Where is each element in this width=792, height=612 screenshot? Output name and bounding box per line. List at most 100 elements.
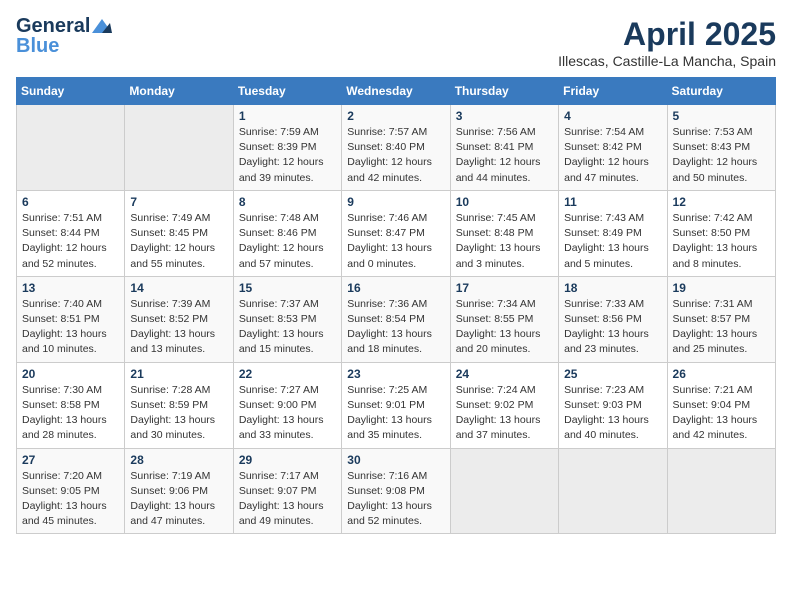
- calendar-cell: 20 Sunrise: 7:30 AM Sunset: 8:58 PM Dayli…: [17, 362, 125, 448]
- day-content: Sunrise: 7:34 AM Sunset: 8:55 PM Dayligh…: [456, 297, 553, 358]
- day-content: Sunrise: 7:25 AM Sunset: 9:01 PM Dayligh…: [347, 383, 444, 444]
- day-content: Sunrise: 7:42 AM Sunset: 8:50 PM Dayligh…: [673, 211, 770, 272]
- day-content: Sunrise: 7:51 AM Sunset: 8:44 PM Dayligh…: [22, 211, 119, 272]
- day-number: 20: [22, 367, 119, 381]
- calendar-header: SundayMondayTuesdayWednesdayThursdayFrid…: [17, 78, 776, 105]
- calendar-cell: [17, 105, 125, 191]
- calendar-cell: 15Sunrise: 7:37 AM Sunset: 8:53 PM Dayli…: [233, 276, 341, 362]
- weekday-header-wednesday: Wednesday: [342, 78, 450, 105]
- day-content: Sunrise: 7:16 AM Sunset: 9:08 PM Dayligh…: [347, 469, 444, 530]
- calendar-body: 1 Sunrise: 7:59 AM Sunset: 8:39 PM Daylig…: [17, 105, 776, 534]
- day-content: Sunrise: 7:17 AM Sunset: 9:07 PM Dayligh…: [239, 469, 336, 530]
- day-content: Sunrise: 7:19 AM Sunset: 9:06 PM Dayligh…: [130, 469, 227, 530]
- day-number: 22: [239, 367, 336, 381]
- weekday-header-saturday: Saturday: [667, 78, 775, 105]
- weekday-header-sunday: Sunday: [17, 78, 125, 105]
- calendar-cell: 25 Sunrise: 7:23 AM Sunset: 9:03 PM Dayli…: [559, 362, 667, 448]
- day-content: Sunrise: 7:28 AM Sunset: 8:59 PM Dayligh…: [130, 383, 227, 444]
- logo-general-text: General: [16, 16, 90, 36]
- day-content: Sunrise: 7:46 AM Sunset: 8:47 PM Dayligh…: [347, 211, 444, 272]
- day-number: 30: [347, 453, 444, 467]
- weekday-header-thursday: Thursday: [450, 78, 558, 105]
- day-number: 10: [456, 195, 553, 209]
- weekday-row: SundayMondayTuesdayWednesdayThursdayFrid…: [17, 78, 776, 105]
- calendar-cell: 2Sunrise: 7:57 AM Sunset: 8:40 PM Daylig…: [342, 105, 450, 191]
- day-number: 15: [239, 281, 336, 295]
- day-number: 7: [130, 195, 227, 209]
- day-content: Sunrise: 7:33 AM Sunset: 8:56 PM Dayligh…: [564, 297, 661, 358]
- calendar-week-1: 1 Sunrise: 7:59 AM Sunset: 8:39 PM Daylig…: [17, 105, 776, 191]
- calendar-week-2: 6 Sunrise: 7:51 AM Sunset: 8:44 PM Daylig…: [17, 190, 776, 276]
- day-content: Sunrise: 7:31 AM Sunset: 8:57 PM Dayligh…: [673, 297, 770, 358]
- calendar-cell: 4 Sunrise: 7:54 AM Sunset: 8:42 PM Daylig…: [559, 105, 667, 191]
- day-content: Sunrise: 7:53 AM Sunset: 8:43 PM Dayligh…: [673, 125, 770, 186]
- day-content: Sunrise: 7:45 AM Sunset: 8:48 PM Dayligh…: [456, 211, 553, 272]
- calendar-cell: 1 Sunrise: 7:59 AM Sunset: 8:39 PM Daylig…: [233, 105, 341, 191]
- day-content: Sunrise: 7:54 AM Sunset: 8:42 PM Dayligh…: [564, 125, 661, 186]
- day-content: Sunrise: 7:49 AM Sunset: 8:45 PM Dayligh…: [130, 211, 227, 272]
- day-content: Sunrise: 7:23 AM Sunset: 9:03 PM Dayligh…: [564, 383, 661, 444]
- calendar-cell: [125, 105, 233, 191]
- day-number: 19: [673, 281, 770, 295]
- day-content: Sunrise: 7:30 AM Sunset: 8:58 PM Dayligh…: [22, 383, 119, 444]
- day-content: Sunrise: 7:43 AM Sunset: 8:49 PM Dayligh…: [564, 211, 661, 272]
- day-number: 12: [673, 195, 770, 209]
- day-number: 5: [673, 109, 770, 123]
- day-number: 27: [22, 453, 119, 467]
- logo: General Blue: [16, 16, 112, 56]
- weekday-header-friday: Friday: [559, 78, 667, 105]
- calendar-cell: 27 Sunrise: 7:20 AM Sunset: 9:05 PM Dayli…: [17, 448, 125, 534]
- page-header: General Blue April 2025 Illescas, Castil…: [16, 16, 776, 69]
- calendar-cell: [559, 448, 667, 534]
- calendar-cell: [667, 448, 775, 534]
- day-number: 14: [130, 281, 227, 295]
- day-number: 11: [564, 195, 661, 209]
- day-number: 4: [564, 109, 661, 123]
- calendar-cell: 17 Sunrise: 7:34 AM Sunset: 8:55 PM Dayli…: [450, 276, 558, 362]
- calendar-cell: 11 Sunrise: 7:43 AM Sunset: 8:49 PM Dayli…: [559, 190, 667, 276]
- calendar-week-4: 20 Sunrise: 7:30 AM Sunset: 8:58 PM Dayli…: [17, 362, 776, 448]
- calendar-cell: 9Sunrise: 7:46 AM Sunset: 8:47 PM Daylig…: [342, 190, 450, 276]
- day-number: 28: [130, 453, 227, 467]
- day-number: 2: [347, 109, 444, 123]
- day-content: Sunrise: 7:40 AM Sunset: 8:51 PM Dayligh…: [22, 297, 119, 358]
- day-number: 6: [22, 195, 119, 209]
- calendar-cell: 30 Sunrise: 7:16 AM Sunset: 9:08 PM Dayli…: [342, 448, 450, 534]
- day-content: Sunrise: 7:59 AM Sunset: 8:39 PM Dayligh…: [239, 125, 336, 186]
- calendar-cell: 6 Sunrise: 7:51 AM Sunset: 8:44 PM Daylig…: [17, 190, 125, 276]
- calendar-cell: 26 Sunrise: 7:21 AM Sunset: 9:04 PM Dayli…: [667, 362, 775, 448]
- day-number: 1: [239, 109, 336, 123]
- calendar-cell: 22Sunrise: 7:27 AM Sunset: 9:00 PM Dayli…: [233, 362, 341, 448]
- day-number: 17: [456, 281, 553, 295]
- calendar-table: SundayMondayTuesdayWednesdayThursdayFrid…: [16, 77, 776, 534]
- day-number: 8: [239, 195, 336, 209]
- day-content: Sunrise: 7:20 AM Sunset: 9:05 PM Dayligh…: [22, 469, 119, 530]
- calendar-cell: [450, 448, 558, 534]
- page-title: April 2025: [558, 16, 776, 53]
- day-content: Sunrise: 7:56 AM Sunset: 8:41 PM Dayligh…: [456, 125, 553, 186]
- calendar-cell: 13Sunrise: 7:40 AM Sunset: 8:51 PM Dayli…: [17, 276, 125, 362]
- day-number: 16: [347, 281, 444, 295]
- day-number: 21: [130, 367, 227, 381]
- day-number: 29: [239, 453, 336, 467]
- calendar-cell: 10 Sunrise: 7:45 AM Sunset: 8:48 PM Dayli…: [450, 190, 558, 276]
- day-content: Sunrise: 7:24 AM Sunset: 9:02 PM Dayligh…: [456, 383, 553, 444]
- calendar-cell: 21 Sunrise: 7:28 AM Sunset: 8:59 PM Dayli…: [125, 362, 233, 448]
- weekday-header-monday: Monday: [125, 78, 233, 105]
- calendar-cell: 23 Sunrise: 7:25 AM Sunset: 9:01 PM Dayli…: [342, 362, 450, 448]
- day-content: Sunrise: 7:36 AM Sunset: 8:54 PM Dayligh…: [347, 297, 444, 358]
- day-content: Sunrise: 7:21 AM Sunset: 9:04 PM Dayligh…: [673, 383, 770, 444]
- title-section: April 2025 Illescas, Castille-La Mancha,…: [558, 16, 776, 69]
- day-number: 26: [673, 367, 770, 381]
- page-subtitle: Illescas, Castille-La Mancha, Spain: [558, 53, 776, 69]
- day-number: 25: [564, 367, 661, 381]
- day-number: 24: [456, 367, 553, 381]
- calendar-cell: 3 Sunrise: 7:56 AM Sunset: 8:41 PM Daylig…: [450, 105, 558, 191]
- calendar-cell: 19 Sunrise: 7:31 AM Sunset: 8:57 PM Dayli…: [667, 276, 775, 362]
- logo-icon: [92, 19, 112, 33]
- calendar-week-5: 27 Sunrise: 7:20 AM Sunset: 9:05 PM Dayli…: [17, 448, 776, 534]
- day-number: 23: [347, 367, 444, 381]
- calendar-week-3: 13Sunrise: 7:40 AM Sunset: 8:51 PM Dayli…: [17, 276, 776, 362]
- day-number: 3: [456, 109, 553, 123]
- calendar-cell: 14Sunrise: 7:39 AM Sunset: 8:52 PM Dayli…: [125, 276, 233, 362]
